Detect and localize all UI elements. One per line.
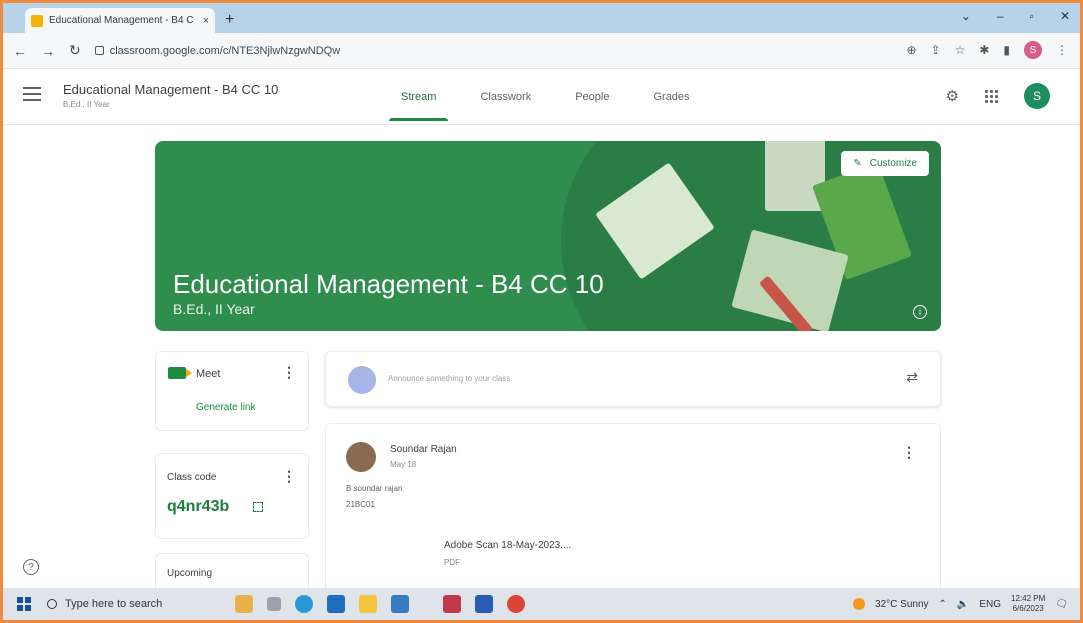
system-tray: 32°C Sunny ⌃ 🔈 ENG 12:42 PM 6/6/2023 🗨 [853, 594, 1068, 614]
author-avatar [346, 442, 376, 472]
app-icon[interactable] [391, 595, 409, 613]
repost-icon[interactable]: ⇄ [906, 369, 918, 386]
upcoming-label: Upcoming [167, 568, 213, 579]
announce-box[interactable]: Announce something to your class ⇄ [325, 351, 941, 407]
chevron-down-icon[interactable]: ⌄ [961, 9, 971, 23]
header-actions: ⚙ S [946, 83, 1050, 109]
widgets-app-icon[interactable] [235, 595, 253, 613]
window-controls: ⌄ – ▫ ✕ [961, 9, 1070, 23]
class-code-card: Class code ⋮ q4nr43b [155, 453, 309, 539]
tab-stream[interactable]: Stream [379, 69, 458, 125]
chrome-app-icon[interactable] [507, 595, 525, 613]
generate-link-button[interactable]: Generate link [196, 402, 255, 413]
meet-more-icon[interactable]: ⋮ [282, 364, 296, 381]
customize-button[interactable]: ✎ Customize [841, 151, 929, 176]
help-icon[interactable]: ? [23, 559, 39, 575]
class-banner: Educational Management - B4 CC 10 B.Ed.,… [155, 141, 941, 331]
browser-menu-icon[interactable]: ⋮ [1056, 43, 1068, 57]
google-lens-icon[interactable]: ⊕ [906, 43, 916, 57]
forward-icon[interactable]: → [41, 43, 55, 59]
task-view-icon[interactable] [267, 597, 281, 611]
classroom-header: Educational Management - B4 CC 10 B.Ed.,… [3, 69, 1080, 125]
meet-card: Meet ⋮ Generate link [155, 351, 309, 431]
clock-time: 12:42 PM [1011, 594, 1046, 603]
url-text: classroom.google.com/c/NTE3NjlwNzgwNDQw [109, 44, 341, 57]
extensions-icon[interactable]: ✱ [979, 43, 989, 57]
sidepanel-icon[interactable]: ▮ [1003, 43, 1010, 57]
weather-text[interactable]: 32°C Sunny [875, 599, 928, 610]
url-field[interactable]: classroom.google.com/c/NTE3NjlwNzgwNDQw [94, 44, 341, 57]
fullscreen-icon[interactable] [253, 502, 263, 512]
post-text-line: B soundar rajan [346, 484, 403, 493]
tab-grades[interactable]: Grades [631, 69, 711, 125]
tab-classwork[interactable]: Classwork [458, 69, 553, 125]
announce-placeholder[interactable]: Announce something to your class [388, 374, 510, 383]
stream-post: Soundar Rajan May 18 ⋮ B soundar rajan 2… [325, 423, 941, 598]
account-avatar[interactable]: S [1024, 83, 1050, 109]
new-tab-button[interactable]: + [225, 11, 234, 29]
share-icon[interactable]: ⇪ [931, 43, 941, 57]
tab-people[interactable]: People [553, 69, 631, 125]
class-code-more-icon[interactable]: ⋮ [282, 468, 296, 485]
banner-title[interactable]: Educational Management - B4 CC 10 [173, 269, 604, 300]
file-explorer-icon[interactable] [359, 595, 377, 613]
post-author: Soundar Rajan [390, 444, 457, 455]
close-window-icon[interactable]: ✕ [1060, 9, 1070, 23]
app-icon[interactable] [443, 595, 461, 613]
class-title[interactable]: Educational Management - B4 CC 10 [63, 82, 278, 97]
windows-taskbar: Type here to search 32°C Sunny ⌃ 🔈 ENG 1… [3, 588, 1080, 620]
maximize-icon[interactable]: ▫ [1030, 9, 1034, 23]
volume-icon[interactable]: 🔈 [957, 599, 969, 610]
attachment-type: PDF [444, 558, 460, 567]
back-icon[interactable]: ← [13, 43, 27, 59]
class-subtitle: B.Ed., II Year [63, 100, 110, 109]
post-more-icon[interactable]: ⋮ [902, 444, 916, 461]
meet-icon [168, 367, 192, 379]
class-code-label: Class code [167, 472, 217, 483]
post-text-line: 21BC01 [346, 500, 375, 509]
minimize-icon[interactable]: – [997, 9, 1004, 23]
user-avatar [348, 366, 376, 394]
taskbar-search[interactable]: Type here to search [47, 593, 215, 615]
edge-app-icon[interactable] [295, 595, 313, 613]
language-indicator[interactable]: ENG [979, 599, 1001, 610]
clock[interactable]: 12:42 PM 6/6/2023 [1011, 594, 1045, 614]
close-tab-icon[interactable]: × [203, 15, 209, 27]
pencil-icon: ✎ [853, 158, 862, 169]
mail-app-icon[interactable] [327, 595, 345, 613]
search-icon [47, 599, 57, 609]
browser-tab-strip: Educational Management - B4 C × + ⌄ – ▫ … [3, 3, 1080, 33]
lock-icon [94, 46, 104, 55]
class-code-value: q4nr43b [167, 498, 230, 515]
clock-date: 6/6/2023 [1012, 604, 1044, 613]
meet-label: Meet [196, 368, 221, 380]
browser-profile-avatar[interactable]: S [1024, 41, 1042, 59]
settings-gear-icon[interactable]: ⚙ [946, 87, 959, 105]
tab-title: Educational Management - B4 C [49, 15, 194, 26]
book-illustration [765, 141, 825, 211]
screenshot-frame: Educational Management - B4 C × + ⌄ – ▫ … [0, 0, 1083, 623]
google-apps-icon[interactable] [985, 89, 998, 103]
tray-chevron-icon[interactable]: ⌃ [939, 599, 947, 610]
attachment-title[interactable]: Adobe Scan 18-May-2023.... [444, 540, 571, 551]
word-app-icon[interactable] [475, 595, 493, 613]
taskbar-apps [235, 595, 525, 613]
address-bar: ← → ↻ classroom.google.com/c/NTE3NjlwNzg… [3, 33, 1080, 69]
main-menu-icon[interactable] [23, 87, 41, 105]
classroom-favicon-icon [31, 14, 43, 27]
customize-label: Customize [869, 158, 917, 169]
upcoming-card: Upcoming [155, 553, 309, 593]
browser-toolbar-icons: ⊕ ⇪ ☆ ✱ ▮ S ⋮ [906, 41, 1068, 59]
taskbar-search-placeholder: Type here to search [65, 598, 163, 610]
banner-subtitle: B.Ed., II Year [173, 301, 255, 317]
windows-start-icon[interactable] [17, 597, 31, 611]
browser-tab[interactable]: Educational Management - B4 C × [25, 8, 215, 33]
class-tabs: Stream Classwork People Grades [379, 69, 712, 125]
info-icon[interactable]: i [913, 305, 927, 319]
bookmark-star-icon[interactable]: ☆ [955, 43, 966, 57]
notifications-icon[interactable]: 🗨 [1055, 599, 1068, 610]
reload-icon[interactable]: ↻ [69, 42, 81, 59]
weather-icon [853, 598, 866, 610]
post-date: May 18 [390, 460, 417, 469]
